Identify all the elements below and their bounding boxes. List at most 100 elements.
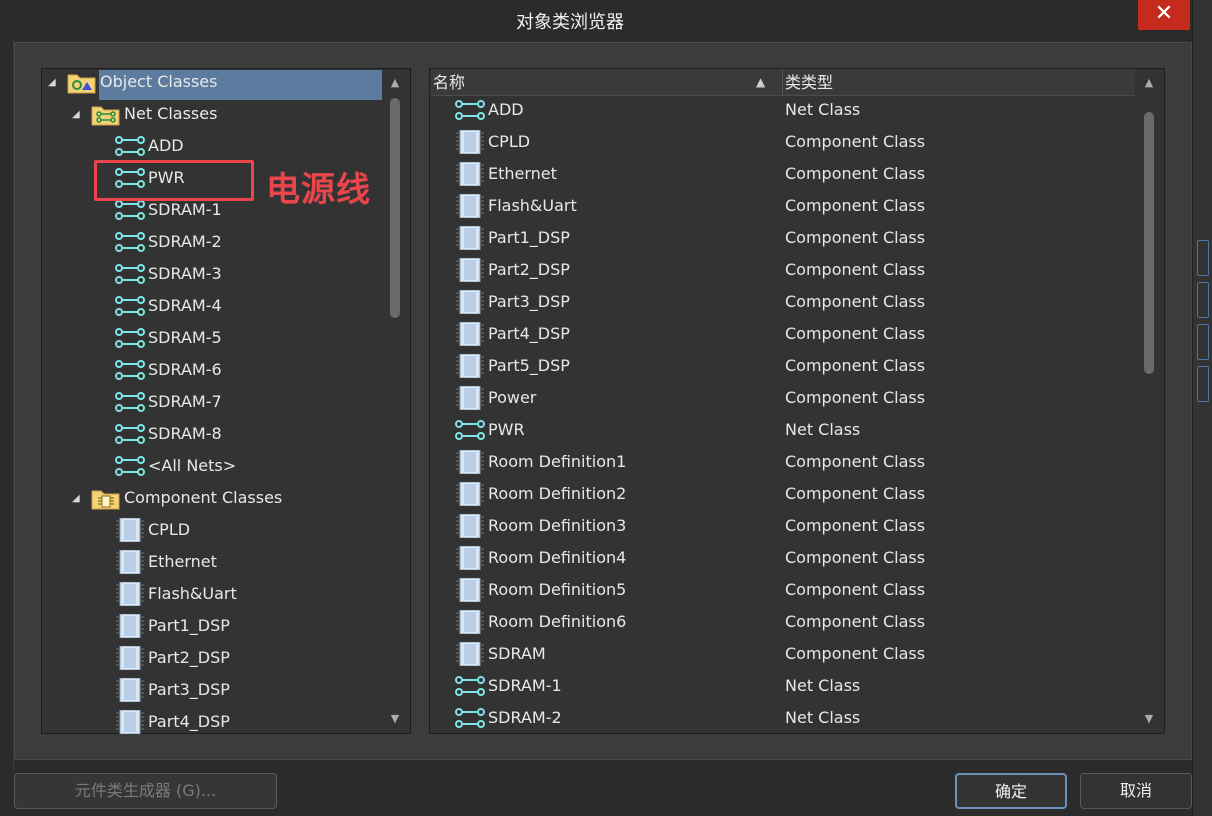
net-class-icon — [115, 230, 145, 254]
scroll-up-arrow-icon[interactable]: ▲ — [387, 76, 403, 89]
list-cell-type: Net Class — [785, 100, 861, 119]
list-cell-type: Component Class — [785, 292, 926, 311]
net-classes-folder-icon — [91, 102, 121, 126]
net-class-icon — [115, 198, 145, 222]
list-cell-type: Component Class — [785, 260, 926, 279]
list-cell-type: Net Class — [785, 676, 861, 695]
component-class-icon — [455, 257, 485, 283]
title-bar: 对象类浏览器 ✕ — [0, 0, 1212, 40]
list-cell-type: Component Class — [785, 356, 926, 375]
list-cell-type: Component Class — [785, 644, 926, 663]
net-class-icon — [115, 262, 145, 286]
list-scroll-thumb[interactable] — [1144, 112, 1154, 374]
list-cell-name: Part2_DSP — [488, 260, 570, 279]
tree-item-label: Part4_DSP — [148, 712, 230, 731]
annotation-highlight-box — [94, 160, 254, 201]
collapse-arrow-icon[interactable]: ◢ — [48, 77, 60, 89]
list-cell-type: Component Class — [785, 196, 926, 215]
list-cell-name: SDRAM — [488, 644, 546, 663]
list-cell-name: Room Definition6 — [488, 612, 627, 631]
tree-item-label: Part1_DSP — [148, 616, 230, 635]
component-class-icon — [455, 577, 485, 603]
component-class-icon — [455, 353, 485, 379]
component-class-icon — [115, 581, 145, 607]
component-class-icon — [115, 613, 145, 639]
tree-item-net-class[interactable] — [44, 131, 384, 161]
net-class-icon — [115, 454, 145, 478]
component-class-icon — [455, 449, 485, 475]
tree-item-label: Net Classes — [124, 104, 218, 123]
dialog-title: 对象类浏览器 — [516, 12, 624, 33]
list-cell-type: Component Class — [785, 228, 926, 247]
list-cell-type: Component Class — [785, 388, 926, 407]
net-class-icon — [455, 706, 485, 730]
component-class-icon — [115, 549, 145, 575]
list-cell-type: Component Class — [785, 548, 926, 567]
list-cell-type: Component Class — [785, 612, 926, 631]
tree-item-label: ADD — [148, 136, 184, 155]
list-scrollbar[interactable]: ▲ ▼ — [1141, 70, 1157, 732]
net-class-icon — [455, 418, 485, 442]
list-cell-name: SDRAM-2 — [488, 708, 562, 727]
component-class-generator-button[interactable]: 元件类生成器 (G)... — [14, 773, 277, 809]
tree-item-label: SDRAM-7 — [148, 392, 222, 411]
component-class-icon — [455, 545, 485, 571]
component-class-icon — [455, 161, 485, 187]
net-class-icon — [115, 358, 145, 382]
tree-item-label: SDRAM-8 — [148, 424, 222, 443]
net-class-icon — [455, 674, 485, 698]
list-cell-type: Component Class — [785, 484, 926, 503]
tree-item-label: Flash&Uart — [148, 584, 237, 603]
tree-item-label: Object Classes — [100, 72, 218, 91]
collapse-arrow-icon[interactable]: ◢ — [72, 493, 84, 505]
list-cell-type: Component Class — [785, 452, 926, 471]
tree-item-label: Ethernet — [148, 552, 217, 571]
background-window-strip — [1192, 0, 1212, 816]
component-class-icon — [115, 517, 145, 543]
background-panel-button — [1197, 282, 1209, 318]
component-class-icon — [115, 677, 145, 703]
column-header-name[interactable]: 名称 — [431, 69, 782, 96]
scroll-up-arrow-icon[interactable]: ▲ — [1141, 76, 1157, 89]
tree-scrollbar[interactable]: ▲ ▼ — [387, 70, 403, 732]
tree-item-component-class[interactable] — [44, 515, 384, 545]
net-class-icon — [115, 326, 145, 350]
component-class-icon — [455, 129, 485, 155]
collapse-arrow-icon[interactable]: ◢ — [72, 109, 84, 121]
list-cell-type: Component Class — [785, 580, 926, 599]
column-type-label: 类类型 — [785, 73, 834, 92]
background-panel-button — [1197, 324, 1209, 360]
net-class-icon — [115, 422, 145, 446]
net-class-icon — [115, 294, 145, 318]
component-class-icon — [455, 481, 485, 507]
object-classes-folder-icon — [67, 70, 97, 94]
annotation-label: 电源线 — [266, 170, 371, 210]
close-button[interactable]: ✕ — [1138, 0, 1190, 30]
background-window-edge — [0, 40, 14, 770]
list-cell-name: Part4_DSP — [488, 324, 570, 343]
tree-item-label: Part3_DSP — [148, 680, 230, 699]
list-cell-name: CPLD — [488, 132, 531, 151]
list-cell-type: Net Class — [785, 420, 861, 439]
component-class-icon — [115, 645, 145, 671]
ok-button[interactable]: 确定 — [955, 773, 1067, 809]
list-cell-name: Room Definition4 — [488, 548, 627, 567]
list-cell-name: PWR — [488, 420, 525, 439]
scroll-down-arrow-icon[interactable]: ▼ — [387, 712, 403, 725]
column-header-type[interactable]: 类类型 — [783, 69, 1135, 96]
tree-item-label: SDRAM-6 — [148, 360, 222, 379]
component-class-icon — [455, 385, 485, 411]
cancel-button[interactable]: 取消 — [1080, 773, 1192, 809]
list-cell-name: Room Definition1 — [488, 452, 627, 471]
scroll-down-arrow-icon[interactable]: ▼ — [1141, 712, 1157, 725]
tree-item-label: CPLD — [148, 520, 191, 539]
list-cell-type: Component Class — [785, 516, 926, 535]
column-name-label: 名称 — [433, 73, 466, 92]
tree-scroll-thumb[interactable] — [390, 98, 400, 318]
list-cell-name: Part5_DSP — [488, 356, 570, 375]
tree-item-label: <All Nets> — [148, 456, 237, 475]
list-cell-name: SDRAM-1 — [488, 676, 562, 695]
tree-item-label: SDRAM-4 — [148, 296, 222, 315]
list-cell-type: Component Class — [785, 324, 926, 343]
component-class-icon — [455, 193, 485, 219]
